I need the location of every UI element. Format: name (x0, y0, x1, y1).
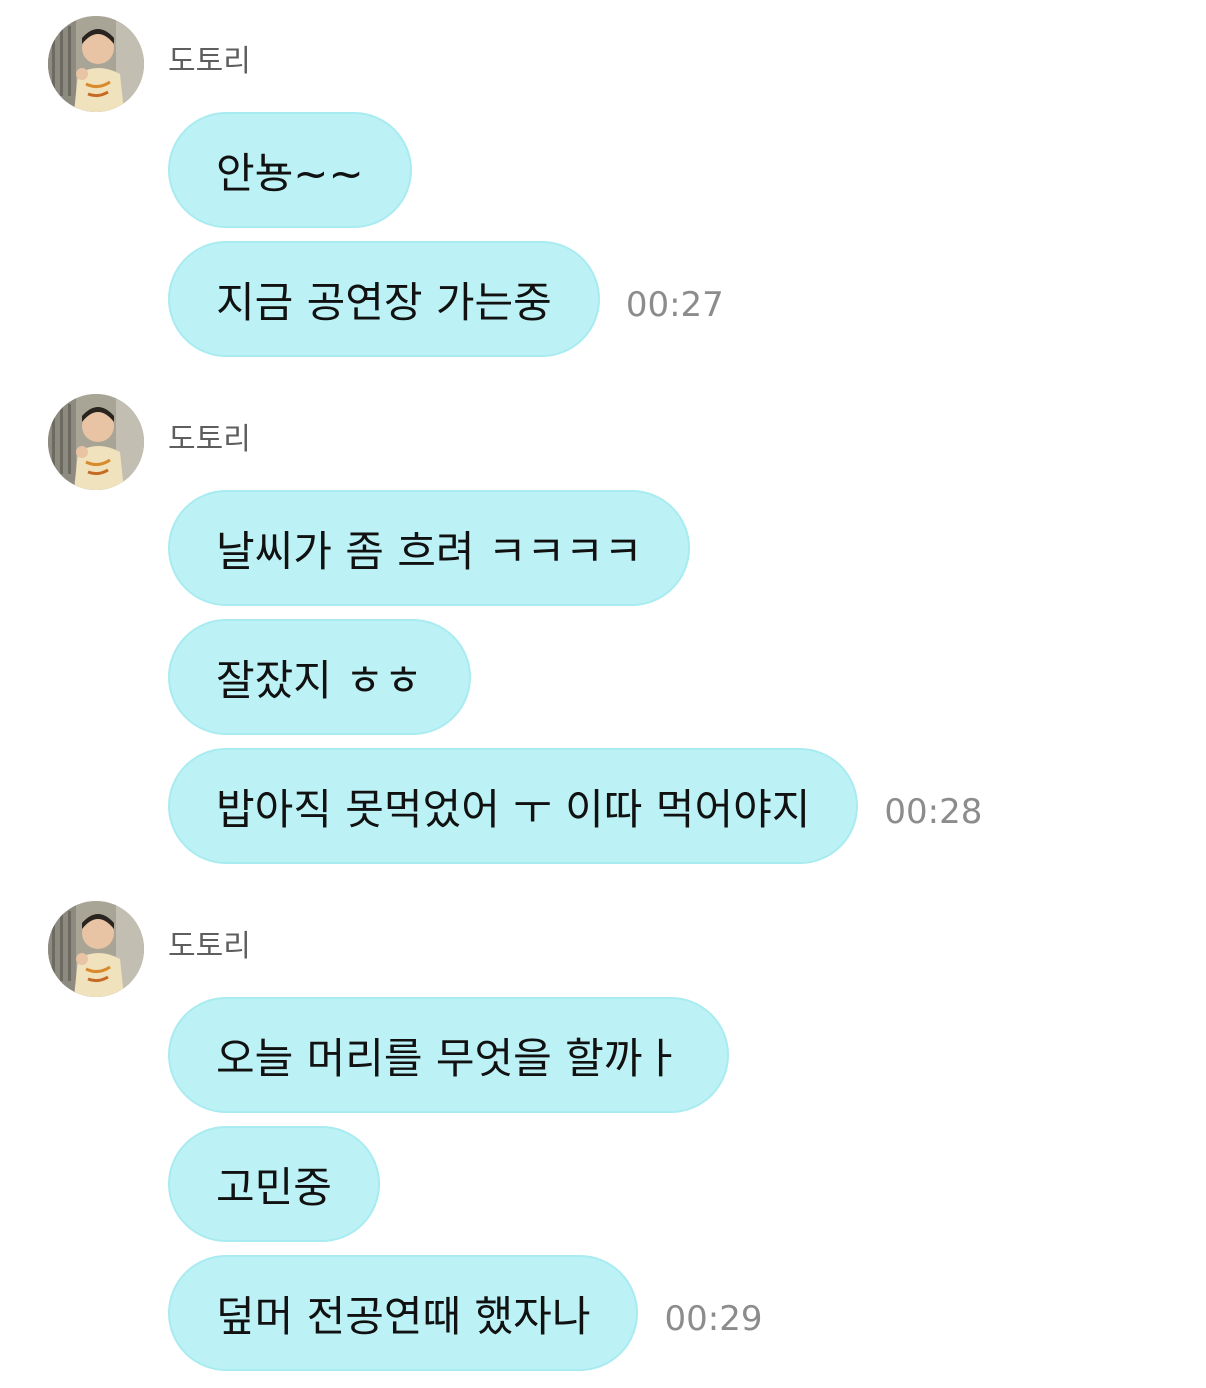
message-group: 도토리 날씨가 좀 흐려 ㅋㅋㅋㅋ 잘잤지 ㅎㅎ 밥아직 못먹었어 ㅜ 이따 먹… (0, 394, 1206, 864)
message-bubble[interactable]: 지금 공연장 가는중 (168, 241, 600, 357)
avatar[interactable] (48, 16, 144, 112)
message-bubble[interactable]: 밥아직 못먹었어 ㅜ 이따 먹어야지 (168, 748, 859, 864)
sender-name: 도토리 (168, 422, 251, 457)
message-timestamp: 00:27 (625, 285, 724, 325)
message-row: 지금 공연장 가는중 00:27 (168, 241, 724, 357)
profile-photo-icon (48, 394, 144, 490)
sender-name: 도토리 (168, 929, 251, 964)
avatar[interactable] (48, 901, 144, 997)
message-group: 도토리 안뇽~~ 지금 공연장 가는중 00:27 (0, 16, 1206, 361)
message-timestamp: 00:29 (664, 1299, 763, 1339)
message-row: 안뇽~~ (168, 112, 412, 228)
message-bubble[interactable]: 잘잤지 ㅎㅎ (168, 619, 471, 735)
message-bubble[interactable]: 덮머 전공연때 했자나 (168, 1255, 639, 1371)
avatar[interactable] (48, 394, 144, 490)
message-timestamp: 00:28 (884, 792, 983, 832)
message-row: 고민중 (168, 1126, 380, 1242)
profile-photo-icon (48, 16, 144, 112)
message-row: 잘잤지 ㅎㅎ (168, 619, 471, 735)
sender-name: 도토리 (168, 44, 251, 79)
message-row: 날씨가 좀 흐려 ㅋㅋㅋㅋ (168, 490, 691, 606)
message-bubble[interactable]: 오늘 머리를 무엇을 할까ㅏ (168, 997, 730, 1113)
message-row: 오늘 머리를 무엇을 할까ㅏ (168, 997, 730, 1113)
message-row: 덮머 전공연때 했자나 00:29 (168, 1255, 762, 1371)
message-row: 밥아직 못먹었어 ㅜ 이따 먹어야지 00:28 (168, 748, 982, 864)
message-group: 도토리 오늘 머리를 무엇을 할까ㅏ 고민중 덮머 전공연때 했자나 00:29 (0, 901, 1206, 1371)
profile-photo-icon (48, 901, 144, 997)
message-bubble[interactable]: 날씨가 좀 흐려 ㅋㅋㅋㅋ (168, 490, 691, 606)
message-bubble[interactable]: 안뇽~~ (168, 112, 412, 228)
message-bubble[interactable]: 고민중 (168, 1126, 380, 1242)
